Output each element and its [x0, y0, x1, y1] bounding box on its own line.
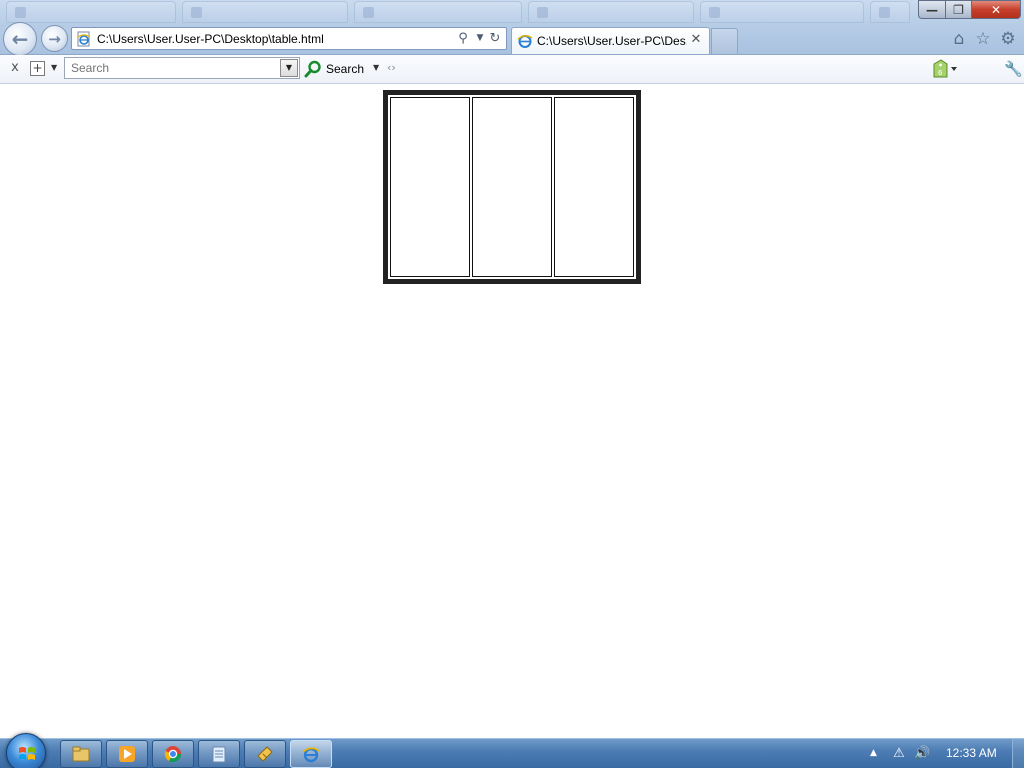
tray-expand-icon[interactable]: ▲ — [870, 748, 877, 758]
background-tab[interactable] — [528, 1, 694, 23]
notepad-icon — [212, 746, 226, 763]
taskbar-notepad[interactable] — [198, 740, 240, 768]
window-controls: — ❐ ✕ — [918, 0, 1021, 19]
address-bar[interactable]: C:\Users\User.User-PC\Desktop\table.html… — [71, 27, 507, 50]
magnifier-icon — [304, 60, 321, 78]
close-window-button[interactable]: ✕ — [971, 0, 1021, 19]
page-viewport — [0, 84, 1024, 738]
favorites-star-icon[interactable]: ☆ — [973, 29, 993, 49]
chevron-down-icon[interactable]: ▼ — [51, 63, 61, 73]
folder-icon — [72, 746, 90, 762]
ticket-icon — [257, 746, 273, 762]
tab-close-icon[interactable]: ✕ — [689, 33, 703, 47]
taskbar-internet-explorer[interactable] — [290, 740, 332, 768]
taskbar-clock[interactable]: 12:33 AM — [946, 746, 997, 760]
taskbar: ▲ ⚠ 🔊 12:33 AM — [0, 733, 1024, 768]
address-url[interactable]: C:\Users\User.User-PC\Desktop\table.html — [97, 32, 324, 46]
content-table — [383, 90, 641, 284]
minimize-button[interactable]: — — [918, 0, 945, 19]
refresh-icon[interactable]: ↻ — [487, 30, 503, 47]
search-input[interactable] — [65, 58, 279, 78]
search-toolbar: x + ▼ ▼ Search ▼ ‹› 6 🔧 — [0, 55, 1024, 84]
chevron-down-icon[interactable]: ▼ — [373, 63, 379, 73]
background-tabs — [0, 0, 910, 23]
ie-icon — [517, 35, 533, 48]
search-button[interactable]: Search — [304, 60, 364, 78]
search-button-label: Search — [326, 62, 365, 76]
arrow-right-icon: → — [48, 29, 61, 48]
taskbar-explorer[interactable] — [60, 740, 102, 768]
chevron-down-icon[interactable]: ▼ — [472, 30, 488, 47]
back-button[interactable]: ← — [3, 22, 37, 56]
windows-logo-icon — [19, 747, 35, 760]
arrow-left-icon: ← — [11, 27, 29, 51]
home-icon[interactable]: ⌂ — [949, 29, 969, 49]
background-tab[interactable] — [182, 1, 348, 23]
taskbar-media-player[interactable] — [106, 740, 148, 768]
volume-icon[interactable]: 🔊 — [914, 746, 930, 762]
toolbar-resize-handle[interactable]: ‹› — [387, 61, 396, 74]
add-icon[interactable]: + — [30, 61, 45, 76]
background-tab[interactable] — [870, 1, 910, 23]
browser-titlebar: — ❐ ✕ ← → C:\Users\User.User-PC\Desktop\… — [0, 0, 1024, 56]
taskbar-app[interactable] — [244, 740, 286, 768]
search-icon[interactable]: ⚲ — [455, 30, 471, 47]
table-cell — [472, 97, 552, 277]
background-tab[interactable] — [354, 1, 522, 23]
svg-text:6: 6 — [938, 69, 943, 77]
tab-title: C:\Users\User.User-PC\Des... — [537, 34, 687, 48]
start-button[interactable] — [6, 733, 46, 768]
toolbar-search-box: ▼ — [64, 57, 300, 79]
toolbar-close-icon[interactable]: x — [8, 61, 22, 75]
chrome-icon — [164, 746, 182, 763]
new-tab-button[interactable] — [711, 28, 738, 54]
table-row — [390, 97, 634, 277]
background-tab[interactable] — [6, 1, 176, 23]
table-cell — [390, 97, 470, 277]
wrench-icon[interactable]: 🔧 — [1004, 60, 1023, 78]
maximize-button[interactable]: ❐ — [945, 0, 971, 19]
forward-button[interactable]: → — [41, 25, 68, 52]
background-tab[interactable] — [700, 1, 864, 23]
taskbar-chrome[interactable] — [152, 740, 194, 768]
show-desktop-button[interactable] — [1012, 739, 1024, 768]
ie-page-icon — [77, 31, 91, 47]
tab-active[interactable]: C:\Users\User.User-PC\Des... ✕ — [511, 27, 710, 54]
gear-icon[interactable]: ⚙ — [998, 29, 1018, 49]
media-player-icon — [119, 746, 135, 762]
price-tag-icon[interactable]: 6 — [930, 58, 958, 80]
network-warning-icon[interactable]: ⚠ — [891, 746, 907, 762]
search-dropdown-button[interactable]: ▼ — [280, 59, 298, 77]
ie-icon — [302, 747, 320, 763]
table-cell — [554, 97, 634, 277]
